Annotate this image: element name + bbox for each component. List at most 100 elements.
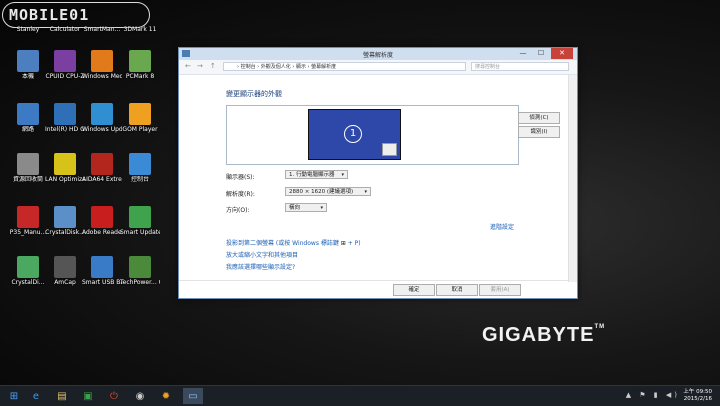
windows-logo-icon: ⊞	[340, 240, 346, 247]
desktop-icon[interactable]: Intel(R) HD Graphics ...	[45, 103, 85, 133]
gigabyte-logo: GIGABYTETM	[482, 324, 606, 346]
desktop-icon-label: Smart USB Backup	[82, 279, 122, 286]
media-player-icon	[91, 50, 113, 72]
desktop-icon[interactable]: TechPower... GPU-Z	[120, 256, 160, 286]
adobe-reader-icon	[91, 206, 113, 228]
desktop-icon[interactable]: CPUID CPU-Z	[45, 50, 85, 80]
aida64-icon	[91, 153, 113, 175]
text-size-link[interactable]: 放大或縮小文字和其他項目	[226, 250, 298, 259]
windows-update-icon	[91, 103, 113, 125]
gom-icon[interactable]: ✹	[156, 388, 176, 404]
desktop-icon[interactable]: SmartMan...	[82, 26, 122, 33]
desktop-icon-label: 網路	[21, 126, 34, 133]
desktop-icon[interactable]: Stanley	[8, 26, 48, 33]
minimize-button[interactable]: —	[515, 48, 531, 59]
desktop-icon[interactable]: Adobe Reader XI	[82, 206, 122, 236]
desktop-icon-label: 控制台	[130, 176, 149, 183]
desktop-icon[interactable]: GOM Player	[120, 103, 160, 133]
up-button[interactable]: ↑	[210, 62, 216, 70]
desktop-icon-label: TechPower... GPU-Z	[120, 279, 160, 286]
desktop-icon-label: Adobe Reader XI	[82, 229, 122, 236]
desktop-icon-label: Calculator	[49, 26, 81, 33]
desktop-icon[interactable]: 網路	[8, 103, 48, 133]
grid-icon	[382, 143, 397, 156]
forward-button[interactable]: →	[197, 62, 203, 70]
which-settings-link[interactable]: 我應該選擇哪些顯示設定?	[226, 262, 295, 271]
computer-icon	[17, 50, 39, 72]
detect-button[interactable]: 偵測(C)	[518, 112, 560, 124]
start-icon[interactable]: ⊞	[4, 388, 24, 404]
desktop-icon[interactable]: 本機	[8, 50, 48, 80]
system-tray[interactable]: ▲ ⚑ ▮ ◀)	[626, 391, 680, 399]
smart-update-icon	[129, 206, 151, 228]
desktop-icon[interactable]: 資源回收筒	[8, 153, 48, 183]
desktop-icon[interactable]: CrystalDi...	[8, 256, 48, 286]
desktop-icon[interactable]: PCMark 8	[120, 50, 160, 80]
desktop-icon-label: 3DMark 11	[123, 26, 157, 33]
search-input[interactable]: 搜尋控制台	[471, 62, 569, 71]
amcap-icon	[54, 256, 76, 278]
power-icon[interactable]: ⏻	[104, 388, 124, 404]
desktop-icon-label: CPUID CPU-Z	[45, 73, 85, 80]
display-preview: 1 偵測(C) 識別(I)	[226, 105, 560, 165]
taskbar: ⊞ e ▤ ▣ ⏻ ◉ ✹ ▭ ▲ ⚑ ▮ ◀) 上午 09:50 2015/2/16	[0, 385, 720, 406]
lan-optimizer-icon	[54, 153, 76, 175]
monitor-number: 1	[344, 125, 362, 143]
mobile01-watermark: MOBILE01	[2, 2, 150, 28]
desktop-icon[interactable]: 3DMark 11	[120, 26, 160, 33]
desktop-icon[interactable]: CrystalDisk...	[45, 206, 85, 236]
internet-explorer-icon[interactable]: e	[26, 388, 46, 404]
orientation-select[interactable]: 橫向 ▾	[285, 203, 327, 212]
desktop-icon-label: P35_Manu...	[9, 229, 47, 236]
desktop-icon-label: Smart Update	[120, 229, 160, 236]
desktop-icon-label: SmartMan...	[83, 26, 121, 33]
desktop-icon[interactable]: Windows Update	[82, 103, 122, 133]
intel-graphics-icon	[54, 103, 76, 125]
breadcrumb[interactable]: › 控制台 › 外觀及個人化 › 顯示 › 螢幕解析度	[223, 62, 466, 71]
project-second-screen-link[interactable]: 投影到第二個螢幕 (或按 Windows 標誌鍵 ⊞ + P)	[226, 238, 361, 247]
desktop-icon[interactable]: LAN Optimizer	[45, 153, 85, 183]
desktop-icon-label: LAN Optimizer	[45, 176, 85, 183]
resolution-select[interactable]: 2880 × 1620 (建議選項) ▾	[285, 187, 371, 196]
advanced-settings-link[interactable]: 進階設定	[490, 222, 514, 231]
chevron-down-icon: ▾	[320, 205, 323, 211]
desktop-icon-label: CrystalDisk...	[45, 229, 85, 236]
title-bar[interactable]: 螢幕解析度 — ☐ ✕	[179, 48, 577, 60]
back-button[interactable]: ←	[185, 62, 191, 70]
desktop-icon[interactable]: 控制台	[120, 153, 160, 183]
desktop-icon[interactable]: Calculator	[45, 26, 85, 33]
page-title: 變更顯示器的外觀	[226, 90, 282, 98]
cpuz-icon	[54, 50, 76, 72]
desktop-icon[interactable]: Smart Update	[120, 206, 160, 236]
chevron-down-icon: ▾	[364, 189, 367, 195]
desktop-icon-label: Intel(R) HD Graphics ...	[45, 126, 85, 133]
divider	[179, 280, 577, 281]
file-explorer-icon[interactable]: ▤	[52, 388, 72, 404]
desktop-icon-label: Windows Update	[82, 126, 122, 133]
desktop-icon-label: 本機	[21, 73, 34, 80]
cancel-button[interactable]: 取消	[436, 284, 478, 296]
gpuz-icon	[129, 256, 151, 278]
display-settings-icon[interactable]: ▭	[183, 388, 203, 404]
desktop-icon[interactable]: AIDA64 Extreme	[82, 153, 122, 183]
desktop-icon-label: AIDA64 Extreme	[82, 176, 122, 183]
scrollbar[interactable]	[568, 75, 577, 282]
maximize-button[interactable]: ☐	[533, 48, 549, 59]
screen-resolution-window[interactable]: 螢幕解析度 — ☐ ✕ ← → ↑ › 控制台 › 外觀及個人化 › 顯示 › …	[178, 47, 578, 299]
clock[interactable]: 上午 09:50 2015/2/16	[683, 389, 712, 403]
media-icon[interactable]: ◉	[130, 388, 150, 404]
desktop-icon[interactable]: Windows Media Player	[82, 50, 122, 80]
control-panel-icon	[129, 153, 151, 175]
desktop-icon[interactable]: AmCap	[45, 256, 85, 286]
monitor-1[interactable]: 1	[308, 109, 401, 160]
ok-button[interactable]: 確定	[393, 284, 435, 296]
close-button[interactable]: ✕	[551, 48, 573, 59]
display-select[interactable]: 1. 行動電腦顯示器 ▾	[285, 170, 348, 179]
store-icon[interactable]: ▣	[78, 388, 98, 404]
apply-button[interactable]: 套用(A)	[479, 284, 521, 296]
desktop-icon-label: Stanley	[16, 26, 40, 33]
desktop-icon-label: PCMark 8	[125, 73, 155, 80]
desktop-icon[interactable]: Smart USB Backup	[82, 256, 122, 286]
desktop-icon[interactable]: P35_Manu...	[8, 206, 48, 236]
identify-button[interactable]: 識別(I)	[518, 126, 560, 138]
